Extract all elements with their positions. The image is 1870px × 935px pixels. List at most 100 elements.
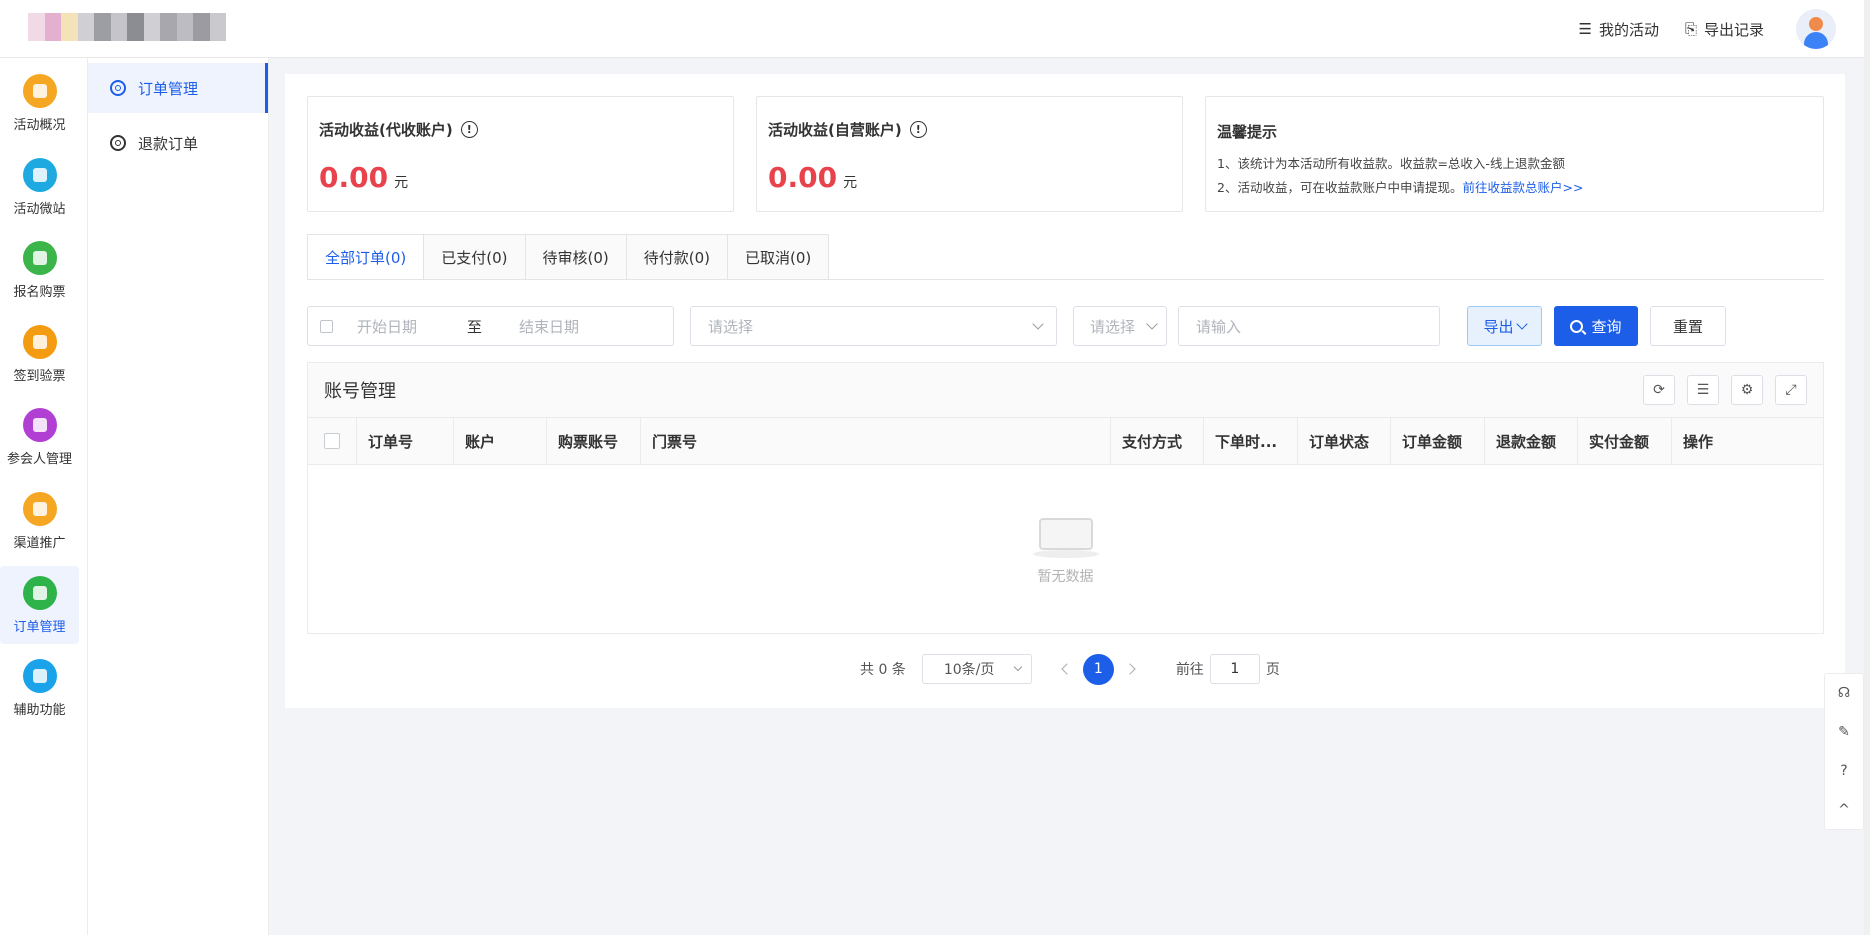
nav-registration-tickets[interactable]: 报名购票 xyxy=(0,231,79,309)
gear-icon xyxy=(110,135,126,151)
nav-label: 参会人管理 xyxy=(6,451,72,467)
card-title-text: 活动收益(代收账户) xyxy=(319,121,453,139)
goto-label: 前往 xyxy=(1175,662,1204,678)
select-all-checkbox[interactable] xyxy=(324,433,340,449)
subnav-refund-orders[interactable]: 退款订单 xyxy=(88,118,268,168)
tab-cancelled[interactable]: 已取消(0) xyxy=(728,234,830,280)
top-bar: ☰ 我的活动 ⎘ 导出记录 xyxy=(0,0,1864,58)
empty-state: 暂无数据 xyxy=(308,465,1823,633)
query-label: 查询 xyxy=(1591,317,1622,336)
end-date-placeholder: 结束日期 xyxy=(519,317,580,336)
tips-title: 温馨提示 xyxy=(1217,123,1278,141)
goto-page-input[interactable]: 1 xyxy=(1209,654,1260,684)
column-header[interactable]: 订单号 xyxy=(357,417,454,465)
select-all-cell xyxy=(308,417,357,465)
nav-channel-promotion[interactable]: 渠道推广 xyxy=(0,482,79,560)
export-records-label: 导出记录 xyxy=(1703,20,1764,39)
page-size-select[interactable]: 10条/页 xyxy=(921,654,1032,684)
next-page-icon[interactable] xyxy=(1124,663,1136,675)
export-label: 导出 xyxy=(1483,317,1514,336)
nav-attendees[interactable]: 参会人管理 xyxy=(0,398,79,476)
export-dropdown-button[interactable]: 导出 xyxy=(1467,306,1542,346)
main-sidebar: 活动概况 活动微站 报名购票 签到验票 参会人管理 渠道推广 订单管理 辅助功能 xyxy=(0,58,88,935)
refresh-icon[interactable]: ⟳ xyxy=(1643,375,1675,405)
nav-label: 活动微站 xyxy=(13,201,66,217)
scrollbar[interactable] xyxy=(1864,0,1870,935)
chevron-down-icon xyxy=(1032,318,1044,330)
column-header[interactable]: 下单时... xyxy=(1204,417,1298,465)
prev-page-icon[interactable] xyxy=(1061,663,1073,675)
column-settings-icon[interactable]: ⚙ xyxy=(1731,375,1763,405)
brand-logo[interactable] xyxy=(28,13,226,41)
nav-activity-site[interactable]: 活动微站 xyxy=(0,148,79,226)
column-header[interactable]: 退款金额 xyxy=(1485,417,1578,465)
column-header[interactable]: 支付方式 xyxy=(1111,417,1204,465)
nav-label: 渠道推广 xyxy=(13,535,66,551)
query-button[interactable]: 查询 xyxy=(1554,306,1638,346)
chevron-down-icon xyxy=(1013,662,1023,672)
info-icon[interactable]: ! xyxy=(909,121,927,138)
info-icon[interactable]: ! xyxy=(460,121,478,138)
empty-inbox-icon xyxy=(1032,512,1099,558)
start-date-placeholder: 开始日期 xyxy=(357,317,418,336)
page-size-value: 10条/页 xyxy=(943,662,995,678)
edit-feedback-icon[interactable]: ✎ xyxy=(1835,723,1853,741)
fullscreen-icon[interactable]: ⤢ xyxy=(1775,375,1807,405)
field-select[interactable]: 请选择 xyxy=(1073,306,1167,346)
column-header[interactable]: 订单金额 xyxy=(1391,417,1485,465)
tabs-divider xyxy=(307,279,1824,280)
tab-pending-review[interactable]: 待审核(0) xyxy=(525,234,627,280)
export-folder-icon: ⎘ xyxy=(1684,20,1697,38)
checkin-icon xyxy=(22,324,57,359)
card-title-text: 活动收益(自营账户) xyxy=(768,121,902,139)
tips-card: 温馨提示 1、该统计为本活动所有收益款。收益款=总收入-线上退款金额 2、活动收… xyxy=(1205,96,1824,212)
amount-unit: 元 xyxy=(843,175,858,191)
revenue-card-collect: 活动收益(代收账户) ! 0.00 元 xyxy=(307,96,734,212)
density-icon[interactable]: ☰ xyxy=(1687,375,1719,405)
total-count: 共 0 条 xyxy=(860,662,906,678)
column-header[interactable]: 门票号 xyxy=(641,417,1111,465)
column-header[interactable]: 购票账号 xyxy=(547,417,641,465)
keyword-input[interactable]: 请输入 xyxy=(1178,306,1440,346)
revenue-amount: 0.00 元 xyxy=(319,161,408,194)
export-records-link[interactable]: ⎘ 导出记录 xyxy=(1685,19,1764,40)
column-header[interactable]: 实付金额 xyxy=(1578,417,1672,465)
reset-button[interactable]: 重置 xyxy=(1650,306,1726,346)
subnav-order-management[interactable]: 订单管理 xyxy=(88,63,268,113)
nav-label: 报名购票 xyxy=(13,284,66,300)
revenue-account-link[interactable]: 前往收益款总账户>> xyxy=(1462,180,1583,195)
column-header[interactable]: 账户 xyxy=(454,417,547,465)
user-avatar[interactable] xyxy=(1796,9,1836,49)
column-header: 操作 xyxy=(1683,432,1714,451)
nav-order-management[interactable]: 订单管理 xyxy=(0,566,79,644)
card-title: 活动收益(自营账户) ! xyxy=(768,119,927,140)
pagination: 共 0 条 10条/页 1 前往 1 页 xyxy=(860,653,1280,685)
category-select[interactable]: 请选择 xyxy=(690,306,1057,346)
nav-checkin[interactable]: 签到验票 xyxy=(0,315,79,393)
revenue-card-self: 活动收益(自营账户) ! 0.00 元 xyxy=(756,96,1183,212)
order-status-tabs: 全部订单(0) 已支付(0) 待审核(0) 待付款(0) 已取消(0) xyxy=(307,234,830,280)
tab-all-orders[interactable]: 全部订单(0) xyxy=(307,234,425,280)
select-placeholder: 请选择 xyxy=(1090,317,1136,336)
back-to-top-icon[interactable]: ^ xyxy=(1835,801,1853,819)
list-icon: ☰ xyxy=(1578,20,1592,38)
current-page[interactable]: 1 xyxy=(1082,653,1114,685)
tab-paid[interactable]: 已支付(0) xyxy=(424,234,526,280)
nav-auxiliary[interactable]: 辅助功能 xyxy=(0,649,79,727)
help-icon[interactable]: ? xyxy=(1835,762,1853,780)
date-range-picker[interactable]: 开始日期 至 结束日期 xyxy=(307,306,674,346)
table-toolbar: 账号管理 ⟳ ☰ ⚙ ⤢ xyxy=(308,363,1823,417)
input-placeholder: 请输入 xyxy=(1196,317,1242,336)
promotion-icon xyxy=(22,491,57,526)
tip-line-1: 1、该统计为本活动所有收益款。收益款=总收入-线上退款金额 xyxy=(1217,156,1565,171)
headset-support-icon[interactable]: ☊ xyxy=(1835,684,1853,702)
tab-pending-payment[interactable]: 待付款(0) xyxy=(626,234,728,280)
column-header[interactable]: 订单状态 xyxy=(1298,417,1391,465)
nav-label: 活动概况 xyxy=(13,117,66,133)
auxiliary-icon xyxy=(22,658,57,693)
nav-activity-overview[interactable]: 活动概况 xyxy=(0,64,79,142)
subnav-label: 退款订单 xyxy=(138,134,199,153)
my-activity-link[interactable]: ☰ 我的活动 xyxy=(1579,19,1659,40)
chevron-down-icon xyxy=(1515,318,1528,330)
main-panel: 活动收益(代收账户) ! 0.00 元 活动收益(自营账户) ! 0.00 元 … xyxy=(285,74,1845,708)
